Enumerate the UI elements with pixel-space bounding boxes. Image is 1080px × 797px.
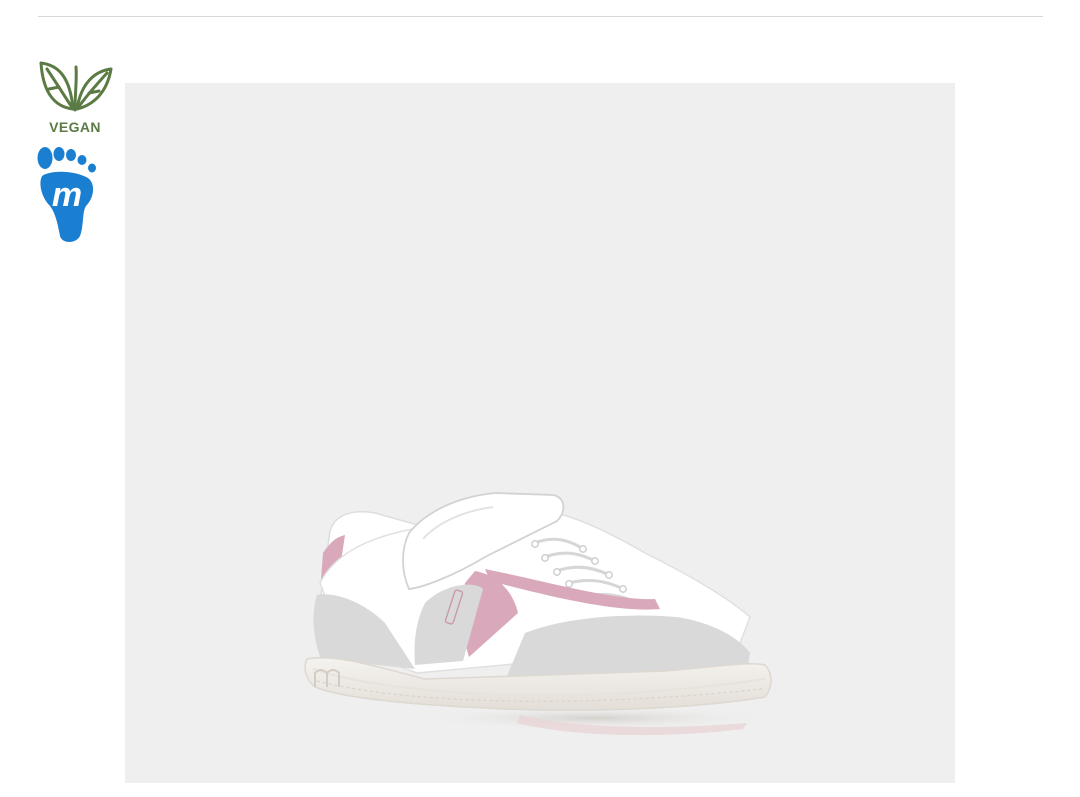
top-divider [38,16,1043,17]
brand-letter: m [52,176,82,214]
vegan-badge: VEGAN [36,56,116,136]
foot-icon: m [36,147,100,248]
vegan-label: VEGAN [49,119,101,135]
feature-badges: VEGAN m [36,56,118,244]
shoe-image [304,492,775,736]
barefoot-badge: m [36,144,100,244]
product-image[interactable] [125,83,955,783]
